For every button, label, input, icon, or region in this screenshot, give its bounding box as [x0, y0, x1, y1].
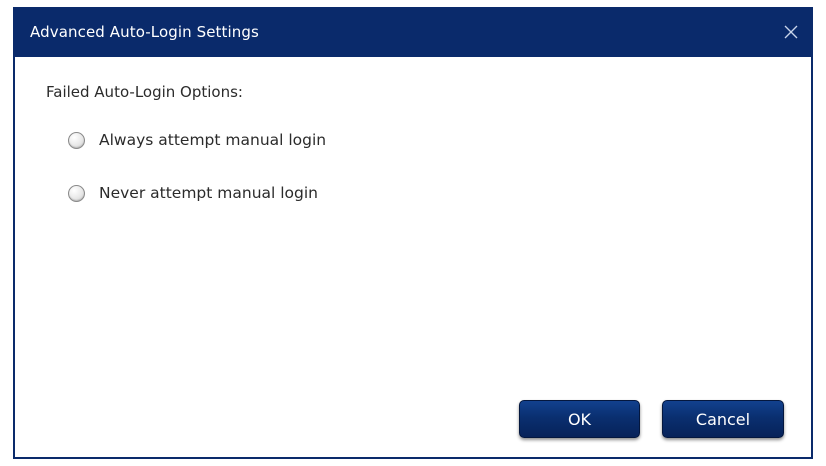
failed-auto-login-options-label: Failed Auto-Login Options:	[46, 83, 243, 101]
ok-button[interactable]: OK	[519, 400, 640, 438]
radio-button-always-manual-login[interactable]	[68, 131, 85, 149]
dialog-title: Advanced Auto-Login Settings	[30, 23, 259, 41]
auto-login-settings-dialog: Advanced Auto-Login Settings Failed Auto…	[13, 7, 813, 459]
radio-label-never-manual-login: Never attempt manual login	[99, 184, 319, 202]
radio-option-always-manual-login[interactable]: Always attempt manual login	[68, 128, 326, 152]
dialog-titlebar: Advanced Auto-Login Settings	[15, 9, 811, 57]
cancel-button[interactable]: Cancel	[662, 400, 784, 438]
radio-option-never-manual-login[interactable]: Never attempt manual login	[68, 181, 318, 205]
radio-label-always-manual-login: Always attempt manual login	[99, 131, 327, 149]
close-icon[interactable]	[783, 24, 799, 40]
radio-button-never-manual-login[interactable]	[68, 184, 85, 202]
dialog-content: Failed Auto-Login Options: Always attemp…	[15, 57, 811, 457]
